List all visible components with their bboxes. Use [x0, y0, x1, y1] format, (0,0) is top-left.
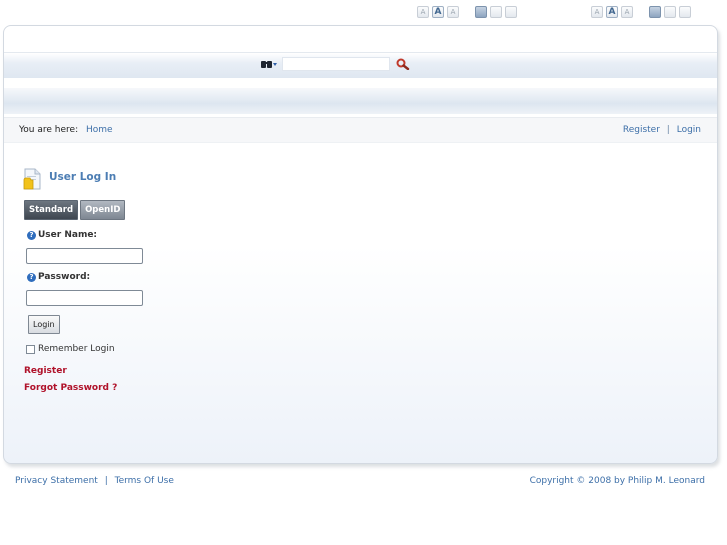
module-title: User Log In — [22, 167, 116, 194]
text-size-small-button[interactable]: A — [591, 6, 603, 18]
password-label-row: ? Password: — [27, 272, 90, 282]
terms-link[interactable]: Terms Of Use — [115, 476, 174, 486]
tab-standard[interactable]: Standard — [24, 200, 79, 220]
text-size-large-button[interactable]: A — [447, 6, 459, 18]
text-size-large-button[interactable]: A — [621, 6, 633, 18]
text-size-medium-button[interactable]: A — [432, 6, 444, 18]
register-link-form[interactable]: Register — [24, 366, 67, 376]
help-icon[interactable]: ? — [27, 230, 36, 240]
text-size-medium-button[interactable]: A — [606, 6, 618, 18]
register-link[interactable]: Register — [623, 125, 660, 135]
top-links: Register | Login — [623, 125, 701, 135]
text-size-controls-right: A A A — [591, 5, 691, 19]
user-file-icon — [22, 167, 42, 194]
breadcrumb-prefix: You are here: — [19, 125, 79, 135]
page-title: User Log In — [49, 170, 117, 183]
login-button[interactable]: Login — [28, 315, 60, 334]
help-icon[interactable]: ? — [27, 272, 36, 282]
breadcrumb-bar: You are here: Home Register | Login — [4, 117, 717, 143]
link-separator: | — [666, 125, 670, 135]
width-medium-button[interactable] — [664, 6, 676, 18]
username-label-row: ? User Name: — [27, 230, 97, 240]
binoculars-icon[interactable] — [260, 59, 277, 69]
search-area — [260, 57, 410, 71]
password-label: Password: — [38, 272, 91, 282]
username-field[interactable] — [26, 248, 143, 264]
login-link[interactable]: Login — [677, 125, 701, 135]
width-medium-button[interactable] — [490, 6, 502, 18]
width-wide-button[interactable] — [679, 6, 691, 18]
search-icon[interactable] — [396, 58, 410, 71]
footer-links: Privacy Statement | Terms Of Use — [15, 476, 174, 486]
width-narrow-button[interactable] — [475, 6, 487, 18]
remember-login: Remember Login — [26, 344, 115, 354]
privacy-link[interactable]: Privacy Statement — [15, 476, 98, 486]
remember-label: Remember Login — [38, 344, 115, 354]
remember-checkbox[interactable] — [26, 344, 35, 354]
breadcrumb-home-link[interactable]: Home — [86, 125, 113, 135]
password-field[interactable] — [26, 290, 143, 306]
main-frame: You are here: Home Register | Login User… — [3, 25, 718, 464]
text-size-controls-left: A A A — [417, 5, 517, 19]
copyright: Copyright © 2008 by Philip M. Leonard — [529, 476, 705, 486]
footer-separator: | — [104, 476, 108, 486]
search-input[interactable] — [282, 57, 390, 71]
tab-openid[interactable]: OpenID — [80, 200, 126, 220]
username-label: User Name: — [38, 230, 98, 240]
width-wide-button[interactable] — [505, 6, 517, 18]
menu-band — [4, 88, 717, 114]
text-size-small-button[interactable]: A — [417, 6, 429, 18]
forgot-password-link[interactable]: Forgot Password ? — [24, 383, 117, 393]
width-narrow-button[interactable] — [649, 6, 661, 18]
login-method-tabs: Standard OpenID — [24, 200, 126, 220]
breadcrumb: You are here: Home — [19, 125, 113, 135]
